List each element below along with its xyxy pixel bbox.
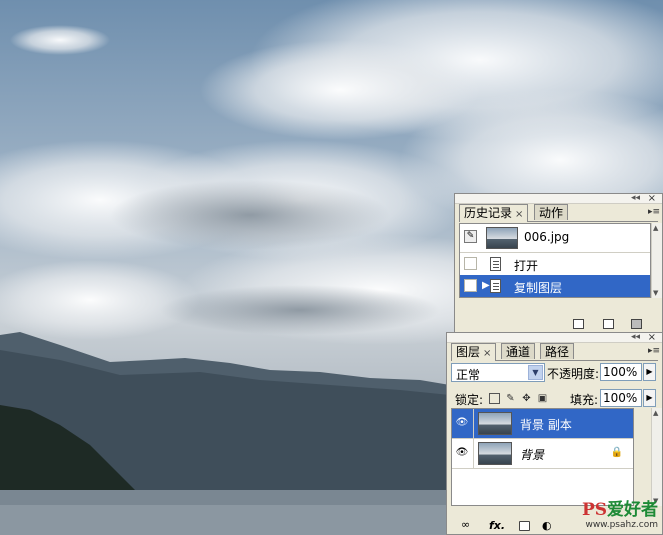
history-tabs: 历史记录 × 动作 xyxy=(459,204,658,222)
snapshot-name: 006.jpg xyxy=(524,230,570,244)
close-icon[interactable]: × xyxy=(648,194,656,204)
layers-tabs: 图层 × 通道 路径 xyxy=(451,343,658,361)
history-brush-source-icon[interactable]: ✎ xyxy=(464,230,477,243)
collapse-icon[interactable]: ◂◂ xyxy=(631,333,640,342)
tab-paths[interactable]: 路径 xyxy=(540,343,575,359)
fill-label: 填充: xyxy=(570,393,599,407)
lock-label: 锁定: xyxy=(455,393,484,407)
close-icon[interactable]: × xyxy=(648,333,656,343)
new-snapshot-icon[interactable] xyxy=(603,319,614,329)
blend-opacity-row: 正常 ▼ 不透明度: 100% ▶ xyxy=(451,362,658,384)
panel-menu-icon[interactable]: ▸≡ xyxy=(648,346,660,356)
history-scrollbar[interactable]: ▲ ▼ xyxy=(651,223,662,298)
layer-thumbnail xyxy=(478,412,512,435)
layers-panel-titlebar[interactable]: ◂◂ × xyxy=(447,333,662,343)
tab-close-icon[interactable]: × xyxy=(515,209,523,220)
layers-scrollbar[interactable]: ▲ ▼ xyxy=(651,408,662,506)
history-step-label: 打开 xyxy=(514,259,539,273)
trash-icon[interactable] xyxy=(631,319,642,329)
history-step[interactable]: ▶ 复制图层 xyxy=(460,275,650,297)
eye-icon[interactable]: 👁 xyxy=(455,417,469,429)
blend-mode-select[interactable]: 正常 ▼ xyxy=(451,363,545,382)
tab-actions[interactable]: 动作 xyxy=(534,204,569,220)
lock-all-icon[interactable]: ▣ xyxy=(537,393,548,404)
layer-list: 👁 背景 副本 👁 背景 🔒 xyxy=(451,408,634,506)
layer-row[interactable]: 👁 背景 🔒 xyxy=(452,439,633,469)
eye-icon[interactable]: 👁 xyxy=(455,447,469,459)
lock-icon: 🔒 xyxy=(610,447,623,458)
tab-close-icon[interactable]: × xyxy=(483,348,491,359)
lock-image-icon[interactable]: ✎ xyxy=(505,393,516,404)
watermark: PS爱好者 www.psahz.com xyxy=(582,495,658,530)
watermark-brand-text: 爱好者 xyxy=(607,500,658,520)
history-bottom-bar xyxy=(455,314,662,332)
history-step-label: 复制图层 xyxy=(514,281,563,295)
tab-layers[interactable]: 图层 × xyxy=(451,343,497,361)
layer-name: 背景 xyxy=(520,448,545,462)
add-mask-icon[interactable] xyxy=(519,521,530,531)
fill-input[interactable]: 100% xyxy=(600,389,642,407)
adjustment-layer-icon[interactable]: ◐ xyxy=(542,519,552,532)
tab-history[interactable]: 历史记录 × xyxy=(459,204,529,222)
layers-panel: ◂◂ × 图层 × 通道 路径 ▸≡ 正常 ▼ 不透明度: 100% ▶ 锁定: … xyxy=(446,332,663,535)
history-step-icon xyxy=(490,257,501,271)
opacity-label: 不透明度: xyxy=(547,367,600,381)
watermark-brand: PS xyxy=(581,500,607,520)
collapse-icon[interactable]: ◂◂ xyxy=(631,194,640,203)
layer-thumbnail xyxy=(478,442,512,465)
history-step-icon xyxy=(490,279,501,293)
lock-transparency-icon[interactable] xyxy=(489,393,500,404)
opacity-slider-button[interactable]: ▶ xyxy=(643,363,656,381)
fill-slider-button[interactable]: ▶ xyxy=(643,389,656,407)
scroll-down-icon[interactable]: ▼ xyxy=(653,289,658,297)
layer-name: 背景 副本 xyxy=(520,418,572,432)
layer-row[interactable]: 👁 背景 副本 xyxy=(452,409,633,439)
history-step[interactable]: 打开 xyxy=(460,253,650,275)
snapshot-thumbnail xyxy=(486,227,518,249)
history-panel-titlebar[interactable]: ◂◂ × xyxy=(455,194,662,204)
fx-icon[interactable]: fx. xyxy=(489,519,505,532)
new-document-from-state-icon[interactable] xyxy=(573,319,584,329)
history-state-arrow-icon: ▶ xyxy=(482,280,490,291)
history-snapshot[interactable]: ✎ 006.jpg xyxy=(460,224,650,253)
history-step-checkbox[interactable] xyxy=(464,257,477,270)
history-step-checkbox[interactable] xyxy=(464,279,477,292)
lock-position-icon[interactable]: ✥ xyxy=(521,393,532,404)
history-list: ✎ 006.jpg 打开 ▶ 复制图层 xyxy=(459,223,651,298)
scroll-up-icon[interactable]: ▲ xyxy=(653,409,658,417)
history-panel: ◂◂ × 历史记录 × 动作 ▸≡ ✎ 006.jpg 打开 ▶ 复制图层 ▲ ▼ xyxy=(454,193,663,333)
chevron-down-icon[interactable]: ▼ xyxy=(528,365,543,380)
scroll-up-icon[interactable]: ▲ xyxy=(653,224,658,232)
tab-channels[interactable]: 通道 xyxy=(501,343,536,359)
watermark-url: www.psahz.com xyxy=(585,520,658,530)
lock-fill-row: 锁定: ✎ ✥ ▣ 填充: 100% ▶ xyxy=(451,388,658,410)
panel-menu-icon[interactable]: ▸≡ xyxy=(648,207,660,217)
link-layers-icon[interactable]: ∞ xyxy=(461,518,470,531)
opacity-input[interactable]: 100% xyxy=(600,363,642,381)
